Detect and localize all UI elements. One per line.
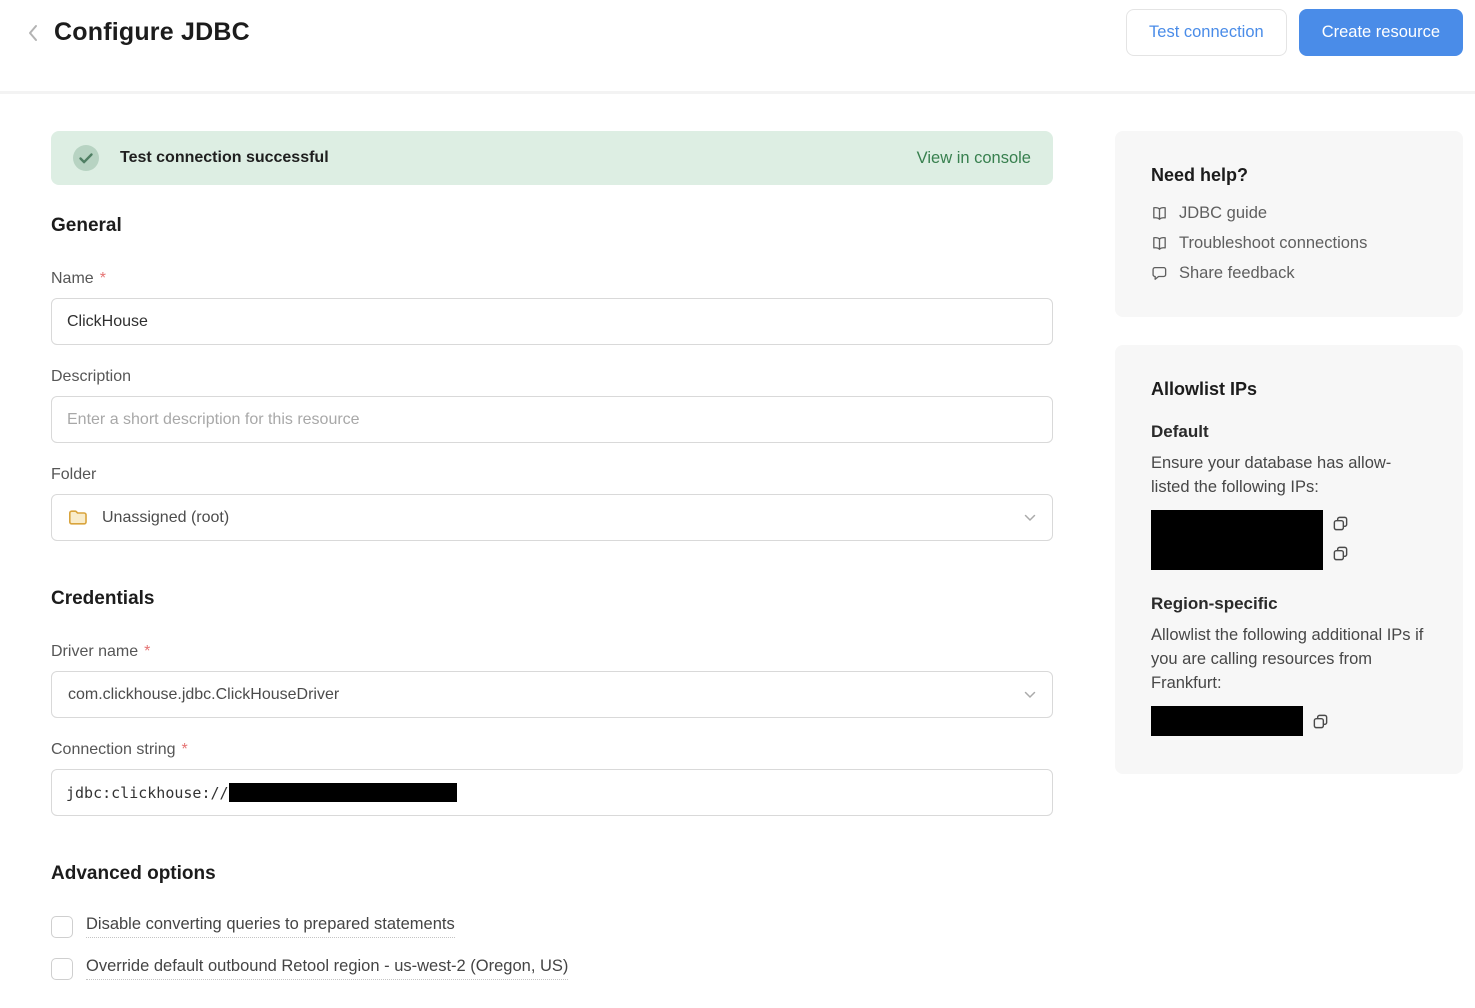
copy-ip-button[interactable] xyxy=(1332,545,1349,562)
driver-name-select-value: com.clickhouse.jdbc.ClickHouseDriver xyxy=(68,686,339,704)
page-title: Configure JDBC xyxy=(54,18,250,47)
connection-string-field-group: Connection string * jdbc:clickhouse:// xyxy=(51,741,1053,816)
allowlist-ips-card: Allowlist IPs Default Ensure your databa… xyxy=(1115,345,1463,774)
folder-select[interactable]: Unassigned (root) xyxy=(51,494,1053,541)
description-label: Description xyxy=(51,368,1053,386)
copy-icon xyxy=(1332,515,1349,532)
back-button[interactable] xyxy=(20,20,46,46)
folder-icon xyxy=(68,509,88,526)
view-in-console-link[interactable]: View in console xyxy=(917,149,1031,168)
folder-field-group: Folder Unassigned (root) xyxy=(51,466,1053,541)
copy-icon xyxy=(1332,545,1349,562)
copy-ip-button[interactable] xyxy=(1332,515,1349,532)
chat-bubble-icon xyxy=(1151,265,1168,282)
copy-buttons xyxy=(1332,510,1349,562)
connection-string-prefix: jdbc:clickhouse:// xyxy=(66,784,229,802)
page-header: Configure JDBC Test connection Create re… xyxy=(0,0,1475,94)
chevron-down-icon xyxy=(1024,514,1036,522)
connection-string-label: Connection string * xyxy=(51,741,1053,759)
success-banner: Test connection successful View in conso… xyxy=(51,131,1053,185)
help-link-label: Troubleshoot connections xyxy=(1179,234,1367,253)
redacted-connection-host xyxy=(229,783,457,802)
required-asterisk: * xyxy=(144,643,150,661)
book-icon xyxy=(1151,235,1168,252)
region-description: Allowlist the following additional IPs i… xyxy=(1151,623,1427,695)
driver-name-field-group: Driver name * com.clickhouse.jdbc.ClickH… xyxy=(51,643,1053,718)
copy-ip-button[interactable] xyxy=(1312,713,1329,730)
need-help-card: Need help? JDBC guide Troubleshoot conne… xyxy=(1115,131,1463,317)
default-subheading: Default xyxy=(1151,422,1427,442)
checkbox-disable-prepared-statements[interactable] xyxy=(51,916,73,938)
help-link-label: JDBC guide xyxy=(1179,204,1267,223)
header-actions: Test connection Create resource xyxy=(1126,9,1463,56)
help-sidebar: Need help? JDBC guide Troubleshoot conne… xyxy=(1115,131,1463,774)
form-column: Test connection successful View in conso… xyxy=(51,131,1053,999)
share-feedback-link[interactable]: Share feedback xyxy=(1151,264,1427,283)
region-ips-row xyxy=(1151,706,1427,736)
default-ips-row xyxy=(1151,510,1427,570)
redacted-ip xyxy=(1151,706,1303,736)
driver-name-select[interactable]: com.clickhouse.jdbc.ClickHouseDriver xyxy=(51,671,1053,718)
folder-select-value: Unassigned (root) xyxy=(102,509,229,527)
checkbox-label: Override default outbound Retool region … xyxy=(86,957,568,980)
description-input[interactable] xyxy=(51,396,1053,443)
troubleshoot-connections-link[interactable]: Troubleshoot connections xyxy=(1151,234,1427,253)
required-asterisk: * xyxy=(182,741,188,759)
name-field-group: Name * xyxy=(51,270,1053,345)
default-description: Ensure your database has allow-listed th… xyxy=(1151,451,1427,499)
general-section-heading: General xyxy=(51,215,1053,237)
driver-name-label: Driver name * xyxy=(51,643,1053,661)
option-row-prepared-statements: Disable converting queries to prepared s… xyxy=(51,915,1053,938)
folder-label: Folder xyxy=(51,466,1053,484)
connection-string-input[interactable]: jdbc:clickhouse:// xyxy=(51,769,1053,816)
required-asterisk: * xyxy=(100,270,106,288)
checkbox-label: Disable converting queries to prepared s… xyxy=(86,915,455,938)
region-subheading: Region-specific xyxy=(1151,594,1427,614)
main-content: Test connection successful View in conso… xyxy=(0,94,1475,999)
credentials-section-heading: Credentials xyxy=(51,588,1053,610)
allowlist-heading: Allowlist IPs xyxy=(1151,379,1427,400)
test-connection-button[interactable]: Test connection xyxy=(1126,9,1287,56)
create-resource-button[interactable]: Create resource xyxy=(1299,9,1463,56)
checkbox-override-region[interactable] xyxy=(51,958,73,980)
advanced-options-heading: Advanced options xyxy=(51,863,1053,885)
help-link-label: Share feedback xyxy=(1179,264,1295,283)
banner-message: Test connection successful xyxy=(120,149,329,167)
chevron-down-icon xyxy=(1024,691,1036,699)
option-row-override-region: Override default outbound Retool region … xyxy=(51,957,1053,980)
chevron-left-icon xyxy=(28,24,38,42)
name-label: Name * xyxy=(51,270,1053,288)
jdbc-guide-link[interactable]: JDBC guide xyxy=(1151,204,1427,223)
need-help-heading: Need help? xyxy=(1151,165,1427,186)
description-field-group: Description xyxy=(51,368,1053,443)
region-specific-section: Region-specific Allowlist the following … xyxy=(1151,594,1427,736)
copy-icon xyxy=(1312,713,1329,730)
name-input[interactable] xyxy=(51,298,1053,345)
check-circle-icon xyxy=(73,145,99,171)
redacted-ip-list xyxy=(1151,510,1323,570)
book-icon xyxy=(1151,205,1168,222)
